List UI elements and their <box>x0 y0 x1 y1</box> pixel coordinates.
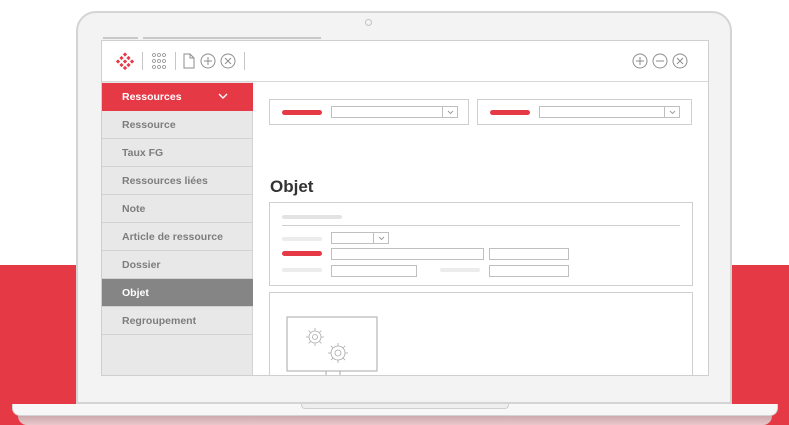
sidebar-item-label: Dossier <box>122 259 161 271</box>
logo-diamond-icon <box>116 52 134 70</box>
app-window: Ressources Ressource Taux FG Ressources … <box>101 40 709 376</box>
dropdown-button[interactable] <box>373 233 388 243</box>
sidebar-item-label: Ressources liées <box>122 175 208 187</box>
text-field[interactable] <box>489 248 569 260</box>
sidebar-item-dossier[interactable]: Dossier <box>102 251 253 279</box>
sidebar-section-label: Ressources <box>122 91 182 103</box>
main-content: Objet <box>253 82 708 375</box>
sidebar-item-label: Article de ressource <box>122 231 223 243</box>
filter-label-placeholder <box>282 110 322 115</box>
toolbar-separator <box>244 52 245 70</box>
sidebar-item-article-de-ressource[interactable]: Article de ressource <box>102 223 253 251</box>
section-heading-placeholder <box>282 215 342 219</box>
toolbar-separator <box>142 52 143 70</box>
laptop-notch <box>301 404 509 409</box>
filter-select[interactable] <box>331 106 458 118</box>
chevron-down-icon <box>669 110 676 115</box>
chevron-down-icon <box>447 110 454 115</box>
lid-decor-line <box>103 37 138 39</box>
close-circle-icon[interactable] <box>219 52 237 70</box>
sidebar-item-label: Objet <box>122 287 149 299</box>
filter-box <box>477 99 692 125</box>
filter-label-placeholder <box>490 110 530 115</box>
lid-decor-line <box>143 37 321 39</box>
illustration-panel <box>269 292 693 375</box>
filter-select[interactable] <box>539 106 680 118</box>
laptop-shadow <box>18 416 772 425</box>
chevron-down-icon <box>378 236 385 241</box>
sidebar: Ressources Ressource Taux FG Ressources … <box>102 82 253 375</box>
sidebar-item-label: Note <box>122 203 146 215</box>
webcam-icon <box>365 19 372 26</box>
select-field[interactable] <box>331 232 389 244</box>
field-label-placeholder <box>282 268 322 272</box>
sidebar-item-ressources-liees[interactable]: Ressources liées <box>102 167 253 195</box>
field-label-placeholder <box>440 268 480 272</box>
text-field[interactable] <box>489 265 569 277</box>
sidebar-item-taux-fg[interactable]: Taux FG <box>102 139 253 167</box>
close-circle-icon[interactable] <box>671 52 689 70</box>
page-title: Objet <box>270 177 314 196</box>
add-circle-icon[interactable] <box>631 52 649 70</box>
divider <box>282 225 680 226</box>
sidebar-section-ressources[interactable]: Ressources <box>102 83 253 111</box>
dropdown-button[interactable] <box>664 107 679 117</box>
field-label-placeholder <box>282 237 322 241</box>
sidebar-item-label: Taux FG <box>122 147 164 159</box>
add-circle-icon[interactable] <box>199 52 217 70</box>
remove-circle-icon[interactable] <box>651 52 669 70</box>
dropdown-button[interactable] <box>442 107 457 117</box>
gears-monitor-icon <box>286 316 378 375</box>
sidebar-item-label: Regroupement <box>122 315 197 327</box>
field-label-placeholder <box>282 251 322 256</box>
toolbar <box>102 41 708 82</box>
toolbar-separator <box>175 52 176 70</box>
form-panel <box>269 202 693 286</box>
sidebar-item-ressource[interactable]: Ressource <box>102 111 253 139</box>
sidebar-item-label: Ressource <box>122 119 176 131</box>
sidebar-item-note[interactable]: Note <box>102 195 253 223</box>
laptop-base <box>12 404 778 416</box>
text-field[interactable] <box>331 265 417 277</box>
text-field[interactable] <box>331 248 484 260</box>
apps-grid-icon[interactable] <box>151 52 167 70</box>
new-document-icon[interactable] <box>182 52 196 70</box>
chevron-down-icon <box>218 93 228 99</box>
sidebar-item-regroupement[interactable]: Regroupement <box>102 307 253 335</box>
filter-box <box>269 99 469 125</box>
sidebar-item-objet[interactable]: Objet <box>102 279 253 307</box>
